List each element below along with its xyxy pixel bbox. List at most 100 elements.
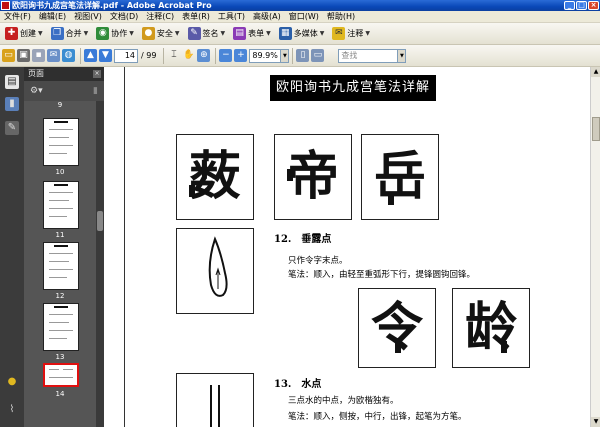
comment-button[interactable]: ✉ 注释 ▼: [329, 25, 373, 43]
stroke-diagram: [176, 228, 254, 314]
panel-scrollbar[interactable]: [96, 101, 104, 427]
scroll-up-icon[interactable]: ▲: [591, 67, 600, 77]
chevron-down-icon: ▼: [83, 30, 89, 37]
thumbnail-label: 11: [55, 231, 65, 239]
stroke-highlight: [501, 341, 507, 353]
document-view[interactable]: 欧阳询书九成宫笔法详解 薮 帝 岳 12. 垂露点 只作令字末点。 笔法：顺入，…: [104, 67, 590, 427]
calligraphy-character: 龄: [464, 297, 517, 358]
page-thumbnail[interactable]: [43, 303, 79, 351]
multimedia-button[interactable]: ▦ 多媒体 ▼: [276, 25, 328, 43]
chevron-down-icon: ▼: [319, 30, 325, 37]
pages-panel: 页面 × ⚙▾ ▮ 9 10 11 12 13 14: [24, 67, 104, 427]
scroll-down-icon[interactable]: ▼: [591, 417, 600, 427]
select-cursor-icon[interactable]: ⌶: [167, 49, 180, 62]
menu-help[interactable]: 帮助(H): [323, 11, 359, 22]
character-box: 帝: [274, 134, 352, 220]
secure-button[interactable]: ● 安全 ▼: [139, 25, 183, 43]
menu-bar: 文件(F) 编辑(E) 视图(V) 文档(D) 注释(C) 表单(R) 工具(T…: [0, 11, 600, 23]
chevron-down-icon: ▼: [220, 30, 226, 37]
panel-title: 页面: [28, 69, 44, 78]
page-edge: [124, 67, 125, 427]
hand-tool-icon[interactable]: ✋: [182, 49, 195, 62]
panel-toolbar: ⚙▾ ▮: [24, 81, 104, 101]
thumbnail-label: 9: [57, 101, 63, 109]
menu-document[interactable]: 文档(D): [106, 11, 142, 22]
next-page-icon[interactable]: ▼: [99, 49, 112, 62]
close-button[interactable]: ×: [588, 1, 599, 10]
calligraphy-character: 岳: [373, 146, 426, 207]
toolbar-divider: [292, 47, 294, 64]
pages-panel-icon[interactable]: ▤: [5, 75, 19, 89]
thumbnail-label: 12: [55, 292, 65, 300]
page-thumbnail[interactable]: [43, 118, 79, 166]
zoom-dropdown-icon[interactable]: ▼: [281, 48, 290, 63]
minimize-button[interactable]: _: [564, 1, 575, 10]
page-total: / 99: [141, 51, 157, 60]
web-icon[interactable]: ◍: [62, 49, 75, 62]
maximize-button[interactable]: □: [576, 1, 587, 10]
page-thumbnail[interactable]: [43, 242, 79, 290]
open-folder-icon[interactable]: ▭: [2, 49, 15, 62]
page-thumbnail[interactable]: [43, 181, 79, 229]
menu-window[interactable]: 窗口(W): [285, 11, 323, 22]
menu-advanced[interactable]: 高级(A): [249, 11, 285, 22]
paperclip-icon[interactable]: ⌇: [5, 403, 19, 417]
collaborate-icon: ◉: [96, 27, 110, 40]
chevron-down-icon: ▼: [174, 30, 180, 37]
menu-comments[interactable]: 注释(C): [142, 11, 178, 22]
section-heading: 12. 垂露点: [274, 234, 332, 245]
zoom-tool-icon[interactable]: ⊕: [197, 49, 211, 62]
navigation-pane-strip: ▤ ▮ ✎ ● ⌇: [0, 67, 24, 427]
print-icon[interactable]: ▣: [17, 49, 30, 62]
forms-button[interactable]: ▤ 表单 ▼: [230, 25, 274, 43]
character-box: 龄: [452, 288, 530, 368]
collaborate-button[interactable]: ◉ 协作 ▼: [93, 25, 137, 43]
character-box: 薮: [176, 134, 254, 220]
fit-page-icon[interactable]: ▯: [296, 49, 310, 62]
body-text: 只作令字末点。: [288, 256, 348, 266]
menu-edit[interactable]: 编辑(E): [35, 11, 70, 22]
attachments-icon[interactable]: ●: [5, 375, 19, 389]
character-box: 岳: [361, 134, 439, 220]
toolbar-divider: [215, 47, 217, 64]
body-text: 笔法：顺入，由轻至重弧形下行，提锋圆钩回锋。: [288, 270, 476, 280]
panel-scroll-thumb[interactable]: [97, 211, 103, 231]
chevron-down-icon: ▼: [129, 30, 134, 37]
zoom-level-input[interactable]: 89.9%: [249, 48, 282, 63]
panel-close-icon[interactable]: ×: [93, 70, 101, 78]
lock-icon: ●: [141, 27, 155, 40]
menu-file[interactable]: 文件(F): [0, 11, 35, 22]
droplet-stroke-icon: [208, 236, 228, 297]
chevron-down-icon: ▼: [365, 30, 370, 37]
chevron-down-icon: ▼: [38, 30, 43, 37]
trash-icon[interactable]: ▮: [93, 86, 98, 96]
find-dropdown-icon[interactable]: ▼: [398, 48, 407, 63]
thumbnail-list: 9 10 11 12 13 14: [24, 101, 96, 427]
fit-width-icon[interactable]: ▭: [311, 49, 325, 62]
menu-forms[interactable]: 表单(R): [178, 11, 214, 22]
page-number-input[interactable]: 14: [114, 48, 138, 63]
options-gear-icon[interactable]: ⚙▾: [30, 86, 43, 96]
menu-view[interactable]: 视图(V): [70, 11, 106, 22]
combine-icon: ❐: [50, 27, 64, 40]
sign-button[interactable]: ✎ 签名 ▼: [185, 25, 229, 43]
toolbar-divider: [163, 47, 165, 64]
calligraphy-character: 薮: [188, 146, 241, 207]
document-scrollbar[interactable]: ▲ ▼: [590, 67, 600, 427]
save-icon[interactable]: ▪: [32, 49, 45, 62]
zoom-in-icon[interactable]: +: [234, 49, 248, 62]
scroll-thumb[interactable]: [592, 117, 600, 141]
signatures-icon[interactable]: ✎: [5, 121, 19, 135]
bookmarks-icon[interactable]: ▮: [5, 97, 19, 111]
page-thumbnail-selected[interactable]: [43, 363, 79, 387]
email-icon[interactable]: ✉: [47, 49, 60, 62]
zoom-out-icon[interactable]: −: [219, 49, 233, 62]
acrobat-app-icon: [1, 1, 10, 10]
create-button[interactable]: ✚ 创建 ▼: [2, 25, 46, 43]
find-input[interactable]: 查找: [338, 48, 399, 63]
combine-button[interactable]: ❐ 合并 ▼: [48, 25, 92, 43]
menu-tools[interactable]: 工具(T): [214, 11, 249, 22]
section-heading: 13. 水点: [274, 379, 322, 390]
title-bar: 欧阳询书九成宫笔法详解.pdf - Adobe Acrobat Pro _ □ …: [0, 0, 600, 11]
previous-page-icon[interactable]: ▲: [84, 49, 97, 62]
